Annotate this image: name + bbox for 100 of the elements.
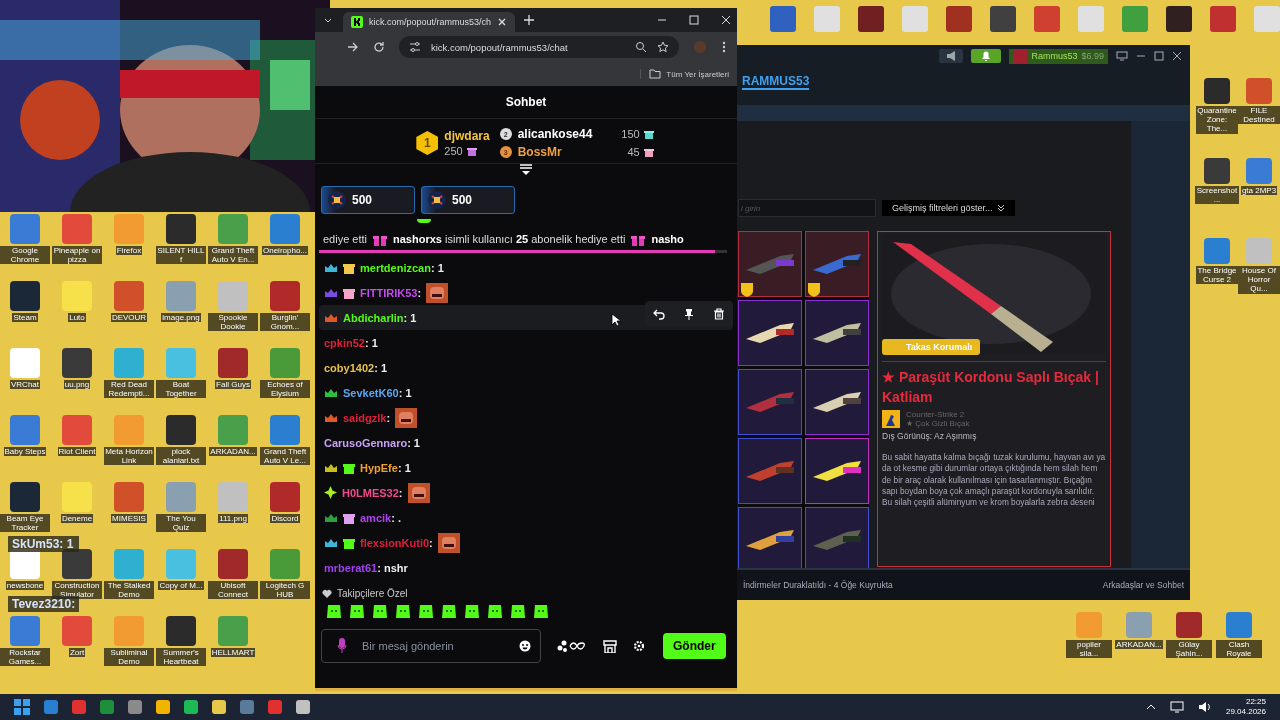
inventory-item[interactable] — [738, 507, 802, 568]
emote-icon[interactable] — [463, 603, 481, 621]
icon-label[interactable]: Boat Together — [156, 380, 206, 399]
close-icon[interactable] — [721, 15, 731, 25]
profile-avatar-icon[interactable] — [693, 40, 707, 54]
emote-icon[interactable] — [371, 603, 389, 621]
inventory-item[interactable] — [805, 369, 869, 435]
profile-tab[interactable]: RAMMUS53 — [742, 74, 810, 90]
icon-label[interactable]: Google Chrome — [0, 246, 50, 265]
filters-button[interactable]: Gelişmiş filtreleri göster... — [882, 200, 1015, 216]
icon-label[interactable]: Pineapple on pizza — [52, 246, 102, 265]
icon-label[interactable]: newsbone — [5, 581, 45, 591]
chat-username[interactable]: SevketK60 — [343, 386, 399, 399]
emote-icon[interactable] — [394, 603, 412, 621]
icon-label[interactable]: Summer's Heartbeat — [156, 648, 206, 667]
icon-label[interactable]: Steam — [12, 313, 38, 323]
points-icon[interactable] — [557, 640, 587, 652]
icon-label[interactable]: Subliminal Demo — [104, 648, 154, 667]
icon-label[interactable]: popiler sila... — [1066, 640, 1112, 659]
pinned-gift-card[interactable]: 500 — [421, 186, 515, 214]
leaderboard-user[interactable]: BossMr — [517, 145, 612, 159]
menu-icon[interactable] — [721, 40, 727, 54]
taskbar-app-icon[interactable] — [240, 700, 254, 714]
icon-label[interactable]: Beam Eye Tracker — [0, 514, 50, 533]
emote-icon[interactable] — [532, 603, 550, 621]
icon-label[interactable]: FILE Destined — [1238, 106, 1280, 125]
icon-label[interactable]: The Stalked Demo — [104, 581, 154, 600]
close-icon[interactable] — [1172, 51, 1182, 61]
taskbar-app-icon[interactable] — [156, 700, 170, 714]
megaphone-icon[interactable] — [939, 49, 964, 63]
bookmarks-label[interactable]: Tüm Yer İşaretleri — [666, 69, 729, 79]
inventory-item[interactable] — [738, 300, 802, 366]
maximize-icon[interactable] — [1154, 51, 1164, 61]
icon-label[interactable]: Riot Client — [57, 447, 97, 457]
icon-label[interactable]: Copy of M... — [158, 581, 204, 591]
taskbar-app-icon[interactable] — [44, 700, 58, 714]
monitor-icon[interactable] — [1116, 51, 1128, 61]
icon-label[interactable]: Logitech G HUB — [260, 581, 310, 600]
bell-icon[interactable] — [971, 49, 1002, 63]
account-menu[interactable]: Rammus53 $6.99 — [1009, 48, 1108, 64]
icon-label[interactable]: Deneme — [60, 514, 94, 524]
chat-username[interactable]: H0LMES32 — [342, 486, 399, 499]
pin-icon[interactable] — [683, 308, 695, 320]
icon-label[interactable]: Meta Horizon Link — [104, 447, 154, 466]
icon-label[interactable]: Screenshot... — [1195, 186, 1239, 205]
inventory-item[interactable] — [805, 438, 869, 504]
inventory-item[interactable] — [805, 300, 869, 366]
close-icon[interactable] — [497, 17, 508, 27]
chat-username[interactable]: Abdicharlin — [343, 311, 404, 324]
microphone-icon[interactable] — [337, 638, 347, 654]
icon-label[interactable]: Baby Steps — [3, 447, 47, 457]
taskbar-app-icon[interactable] — [184, 700, 198, 714]
forward-icon[interactable] — [347, 41, 359, 53]
taskbar-app-icon[interactable] — [268, 700, 282, 714]
icon-label[interactable]: Zort — [68, 648, 86, 658]
emote-icon[interactable] — [486, 603, 504, 621]
icon-label[interactable]: HELLMART — [210, 648, 256, 658]
taskbar-app-icon[interactable] — [100, 700, 114, 714]
pinned-gift-card[interactable]: 500 — [321, 186, 415, 214]
icon-label[interactable]: Firefox — [115, 246, 143, 256]
emote-icon[interactable] — [325, 603, 343, 621]
emote-icon[interactable] — [509, 603, 527, 621]
icon-label[interactable]: Discord — [270, 514, 300, 524]
taskbar-app-icon[interactable] — [128, 700, 142, 714]
icon-label[interactable]: DEVOUR — [110, 313, 148, 323]
icon-label[interactable]: plock alanlari.txt — [156, 447, 206, 466]
reload-icon[interactable] — [373, 41, 385, 53]
icon-label[interactable]: SILENT HILL f — [156, 246, 206, 265]
clock[interactable]: 22:25 29.04.2026 — [1225, 697, 1266, 717]
icon-label[interactable]: Grand Theft Auto V Le... — [260, 447, 310, 466]
icon-label[interactable]: Quarantine Zone: The... — [1196, 106, 1238, 134]
settings-icon[interactable] — [633, 640, 645, 652]
send-button[interactable]: Gönder — [663, 633, 726, 659]
icon-label[interactable]: Ubisoft Connect — [208, 581, 258, 600]
chat-username[interactable]: cpkin52 — [324, 336, 365, 349]
icon-label[interactable]: The You Quiz — [156, 514, 206, 533]
chat-username[interactable]: mertdenizcan — [360, 261, 431, 274]
icon-label[interactable]: MIMESIS — [111, 514, 147, 524]
icon-label[interactable]: image.png — [161, 313, 201, 323]
zoom-icon[interactable] — [635, 41, 647, 53]
friends-button[interactable]: Arkadaşlar ve Sohbet — [1102, 580, 1184, 590]
taskbar-app-icon[interactable] — [212, 700, 226, 714]
new-tab-icon[interactable] — [523, 14, 536, 26]
icon-label[interactable]: Gülay Şahin... — [1166, 640, 1212, 659]
emote-icon[interactable] — [440, 603, 458, 621]
inventory-item[interactable] — [738, 231, 802, 297]
maximize-icon[interactable] — [689, 15, 699, 25]
store-icon[interactable] — [603, 639, 617, 653]
address-bar[interactable]: kick.com/popout/rammus53/chat — [399, 36, 679, 58]
icon-label[interactable]: uu.png — [63, 380, 91, 390]
site-info-icon[interactable] — [409, 41, 421, 53]
delete-icon[interactable] — [713, 308, 725, 320]
icon-label[interactable]: ARKADAN... — [209, 447, 257, 457]
icon-label[interactable]: Oneiropho... — [262, 246, 308, 256]
icon-label[interactable]: Rockstar Games... — [0, 648, 50, 667]
volume-icon[interactable] — [1197, 701, 1212, 713]
icon-label[interactable]: Echoes of Elysium — [260, 380, 310, 399]
taskbar-app-icon[interactable] — [296, 700, 310, 714]
downloads-status[interactable]: İndirmeler Duraklatıldı - 4 Öğe Kuyrukta — [743, 580, 893, 590]
taskbar-app-icon[interactable] — [72, 700, 86, 714]
